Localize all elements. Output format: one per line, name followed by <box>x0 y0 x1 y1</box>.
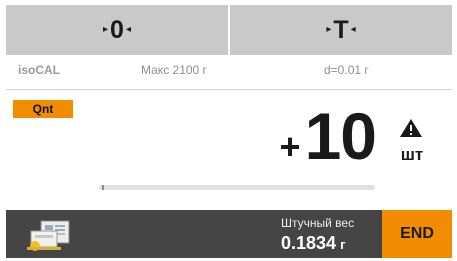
reading-value: 10 <box>304 99 377 173</box>
weight-reading: + 10 <box>279 99 377 173</box>
capacity-bar-fill <box>102 185 104 190</box>
reading-sign: + <box>279 126 301 167</box>
counting-app-icon[interactable] <box>21 217 79 253</box>
balance-screen: ▸ 0 ◂ ▸ T ◂ isoCAL Макс 2100 г d=0.01 г … <box>6 5 452 258</box>
info-line: isoCAL Макс 2100 г d=0.01 г <box>6 63 452 79</box>
piece-weight-number: 0.1834 <box>281 233 337 253</box>
piece-weight-unit: г <box>340 237 346 252</box>
bottom-bar: Штучный вес 0.1834 г END <box>6 210 452 258</box>
warning-triangle-icon <box>400 119 422 137</box>
tare-symbol: T <box>333 15 349 44</box>
tare-right-arrow-icon: ◂ <box>350 24 356 35</box>
application-badge: Qnt <box>13 100 73 118</box>
capacity-bar-graph <box>99 185 375 190</box>
tare-button[interactable]: ▸ T ◂ <box>228 5 452 55</box>
zero-button[interactable]: ▸ 0 ◂ <box>6 5 228 55</box>
piece-weight-label: Штучный вес <box>281 216 355 230</box>
max-capacity-label: Макс 2100 г <box>141 63 207 77</box>
calibration-mode-label: isoCAL <box>18 63 60 77</box>
readability-label: d=0.01 г <box>324 63 369 77</box>
tare-left-arrow-icon: ▸ <box>326 24 332 35</box>
end-button[interactable]: END <box>382 210 452 258</box>
piece-weight-value: 0.1834 г <box>281 233 345 254</box>
top-key-bar: ▸ 0 ◂ ▸ T ◂ <box>6 5 452 55</box>
zero-symbol: 0 <box>110 15 124 44</box>
zero-left-arrow-icon: ▸ <box>103 24 109 35</box>
zero-right-arrow-icon: ◂ <box>125 24 131 35</box>
reading-unit: шт <box>400 145 424 164</box>
divider <box>6 89 452 90</box>
